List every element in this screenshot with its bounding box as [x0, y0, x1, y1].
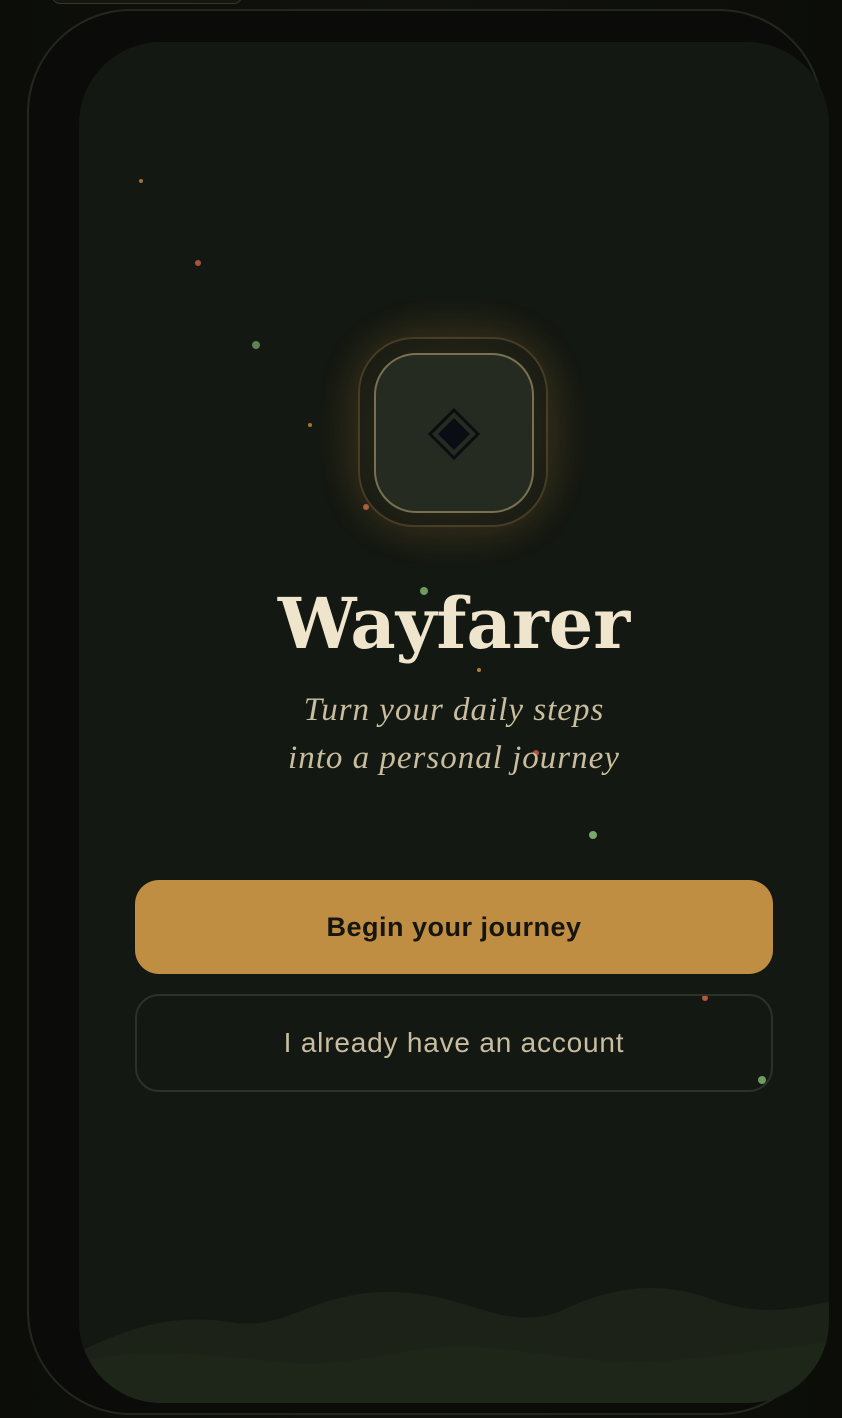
diamond-icon	[428, 408, 480, 460]
particle	[252, 341, 260, 349]
particle	[477, 668, 481, 672]
particle	[139, 179, 143, 183]
app-title: Wayfarer	[277, 582, 631, 665]
tagline-line-2: into a personal journey	[288, 740, 620, 776]
tagline-line-1: Turn your daily steps	[303, 692, 605, 728]
particle	[195, 260, 201, 266]
begin-journey-button[interactable]: Begin your journey	[135, 880, 773, 974]
particle	[308, 423, 312, 427]
top-tab-decoration	[52, 0, 242, 4]
welcome-screen: Wayfarer Turn your daily steps into a pe…	[79, 42, 829, 1403]
login-button[interactable]: I already have an account	[135, 994, 773, 1092]
phone-frame: Wayfarer Turn your daily steps into a pe…	[27, 9, 829, 1415]
hills-decoration	[79, 1288, 829, 1403]
particle	[589, 831, 597, 839]
onboarding-page: Wayfarer Turn your daily steps into a pe…	[0, 0, 842, 1418]
